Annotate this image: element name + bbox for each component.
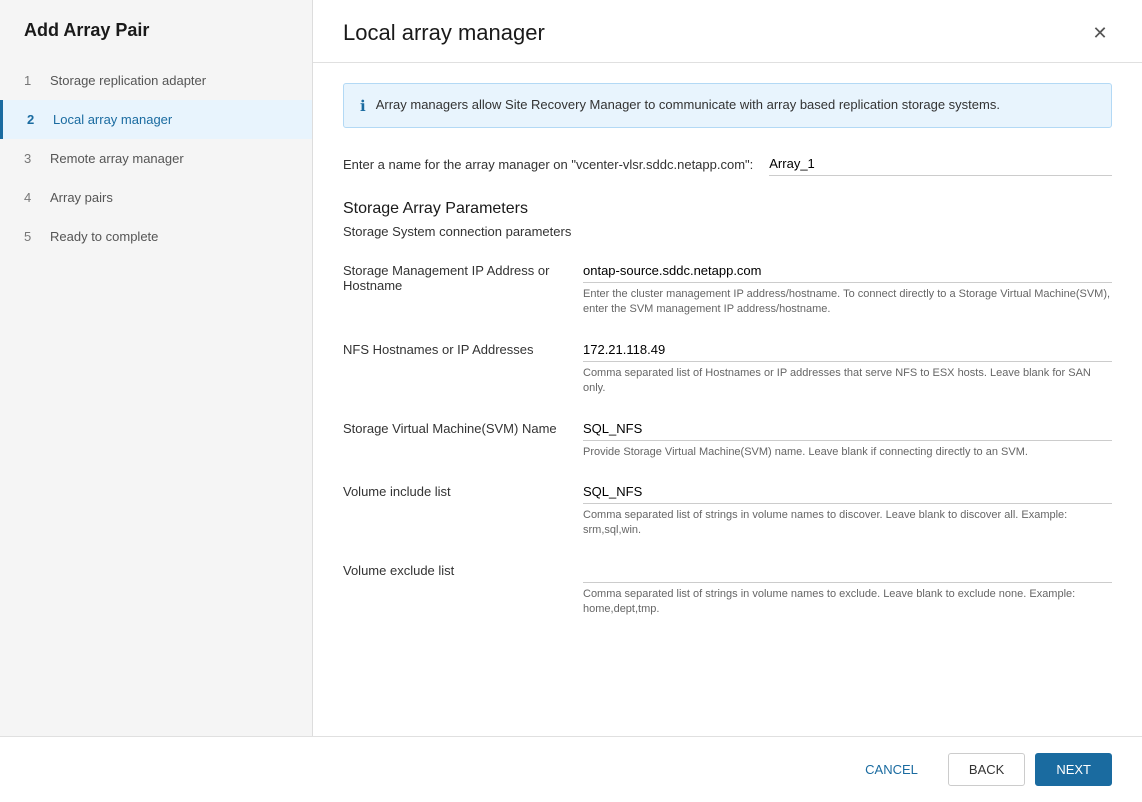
param-input-0[interactable]	[583, 259, 1112, 283]
param-row-0: Storage Management IP Address or Hostnam…	[343, 259, 1112, 318]
array-name-input[interactable]	[769, 152, 1112, 176]
sidebar-step-2[interactable]: 2 Local array manager	[0, 100, 312, 139]
param-hint-0: Enter the cluster management IP address/…	[583, 287, 1112, 318]
sidebar-step-1[interactable]: 1 Storage replication adapter	[0, 61, 312, 100]
param-row-4: Volume exclude list Comma separated list…	[343, 559, 1112, 618]
param-label-2: Storage Virtual Machine(SVM) Name	[343, 417, 583, 436]
param-label-3: Volume include list	[343, 480, 583, 499]
close-button[interactable]: ✕	[1088, 21, 1112, 45]
param-input-group-0: Enter the cluster management IP address/…	[583, 259, 1112, 318]
sidebar-step-3[interactable]: 3 Remote array manager	[0, 139, 312, 178]
step-label-1: Storage replication adapter	[50, 73, 206, 88]
step-num-4: 4	[24, 190, 40, 205]
dialog-title: Add Array Pair	[0, 20, 312, 61]
param-row-1: NFS Hostnames or IP Addresses Comma sepa…	[343, 338, 1112, 397]
sidebar: Add Array Pair 1 Storage replication ada…	[0, 0, 313, 736]
main-body: ℹ Array managers allow Site Recovery Man…	[313, 63, 1142, 736]
param-input-group-4: Comma separated list of strings in volum…	[583, 559, 1112, 618]
param-input-3[interactable]	[583, 480, 1112, 504]
info-text: Array managers allow Site Recovery Manag…	[376, 96, 1000, 114]
step-num-2: 2	[27, 112, 43, 127]
param-label-1: NFS Hostnames or IP Addresses	[343, 338, 583, 357]
param-input-1[interactable]	[583, 338, 1112, 362]
step-num-5: 5	[24, 229, 40, 244]
param-hint-3: Comma separated list of strings in volum…	[583, 508, 1112, 539]
param-hint-1: Comma separated list of Hostnames or IP …	[583, 366, 1112, 397]
step-num-1: 1	[24, 73, 40, 88]
next-button[interactable]: NEXT	[1035, 753, 1112, 786]
param-input-group-3: Comma separated list of strings in volum…	[583, 480, 1112, 539]
info-icon: ℹ	[360, 97, 366, 115]
step-num-3: 3	[24, 151, 40, 166]
add-array-pair-dialog: Add Array Pair 1 Storage replication ada…	[0, 0, 1142, 802]
cancel-button[interactable]: CANCEL	[845, 753, 938, 786]
param-row-3: Volume include list Comma separated list…	[343, 480, 1112, 539]
step-label-3: Remote array manager	[50, 151, 184, 166]
param-input-group-2: Provide Storage Virtual Machine(SVM) nam…	[583, 417, 1112, 460]
main-content: Local array manager ✕ ℹ Array managers a…	[313, 0, 1142, 736]
param-hint-4: Comma separated list of strings in volum…	[583, 587, 1112, 618]
array-name-row: Enter a name for the array manager on "v…	[343, 152, 1112, 176]
param-input-2[interactable]	[583, 417, 1112, 441]
dialog-body: Add Array Pair 1 Storage replication ada…	[0, 0, 1142, 736]
sidebar-step-4[interactable]: 4 Array pairs	[0, 178, 312, 217]
back-button[interactable]: BACK	[948, 753, 1025, 786]
info-banner: ℹ Array managers allow Site Recovery Man…	[343, 83, 1112, 128]
param-input-4[interactable]	[583, 559, 1112, 583]
dialog-footer: CANCEL BACK NEXT	[0, 736, 1142, 802]
sidebar-step-5[interactable]: 5 Ready to complete	[0, 217, 312, 256]
main-title: Local array manager	[343, 20, 545, 46]
param-row-2: Storage Virtual Machine(SVM) Name Provid…	[343, 417, 1112, 460]
section-subtitle: Storage System connection parameters	[343, 224, 1112, 239]
param-input-group-1: Comma separated list of Hostnames or IP …	[583, 338, 1112, 397]
params-container: Storage Management IP Address or Hostnam…	[343, 259, 1112, 618]
main-header: Local array manager ✕	[313, 0, 1142, 63]
sidebar-steps: 1 Storage replication adapter 2 Local ar…	[0, 61, 312, 256]
step-label-5: Ready to complete	[50, 229, 158, 244]
param-hint-2: Provide Storage Virtual Machine(SVM) nam…	[583, 445, 1112, 460]
section-title: Storage Array Parameters	[343, 200, 1112, 218]
param-label-4: Volume exclude list	[343, 559, 583, 578]
step-label-4: Array pairs	[50, 190, 113, 205]
param-label-0: Storage Management IP Address or Hostnam…	[343, 259, 583, 293]
array-name-label: Enter a name for the array manager on "v…	[343, 157, 753, 172]
step-label-2: Local array manager	[53, 112, 172, 127]
